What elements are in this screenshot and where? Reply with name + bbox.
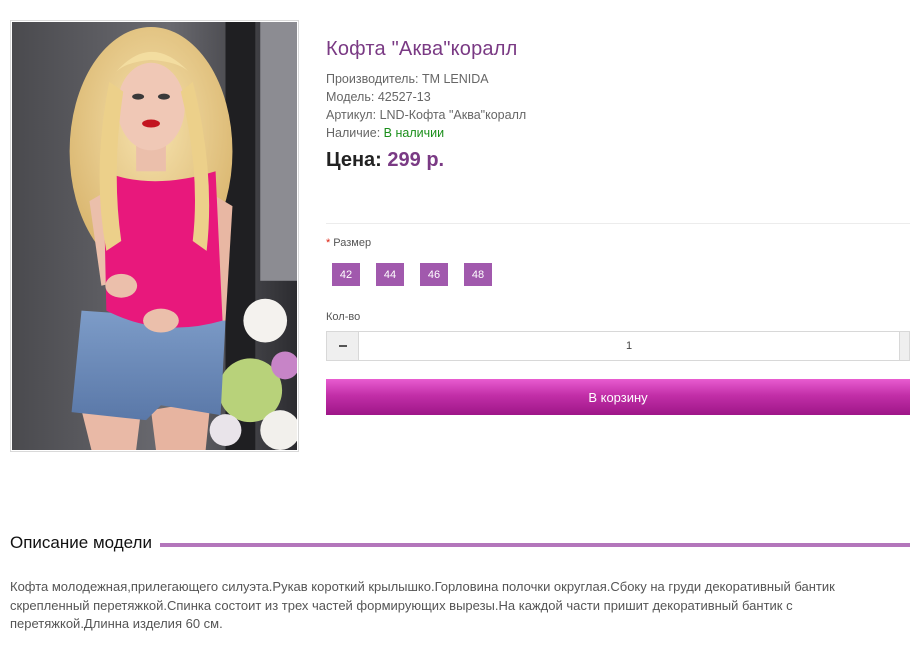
sku-row: Артикул: LND-Кофта "Аква"коралл — [326, 106, 910, 124]
size-option-48[interactable]: 48 — [464, 263, 492, 286]
size-label: * Размер — [326, 237, 371, 249]
availability-label: Наличие: — [326, 126, 381, 140]
size-options: 42 44 46 48 — [332, 263, 492, 286]
description-header: Описание модели — [10, 533, 910, 553]
product-photo[interactable] — [12, 22, 297, 450]
quantity-input[interactable] — [359, 332, 899, 360]
description-text: Кофта молодежная,прилегающего силуэта.Ру… — [10, 579, 835, 631]
product-info: Кофта "Аква"коралл Производитель: TM LEN… — [326, 38, 910, 172]
required-mark: * — [326, 237, 331, 249]
price-amount: 299 р. — [387, 149, 445, 171]
divider — [326, 223, 910, 224]
size-option-46[interactable]: 46 — [420, 263, 448, 286]
heading-rule — [159, 542, 910, 547]
add-to-cart-button[interactable]: В корзину — [326, 379, 910, 415]
model-row: Модель: 42527-13 — [326, 88, 910, 106]
size-label-text: Размер — [333, 237, 372, 249]
sku-value: LND-Кофта "Аква"коралл — [379, 108, 527, 122]
product-image-frame[interactable] — [10, 20, 299, 452]
availability-status: В наличии — [383, 126, 445, 140]
price-label: Цена: — [326, 149, 382, 171]
description-heading: Описание модели — [10, 533, 152, 552]
manufacturer-label: Производитель: — [326, 72, 419, 86]
minus-icon — [338, 345, 347, 347]
product-title: Кофта "Аква"коралл — [326, 38, 518, 60]
quantity-increase-button[interactable] — [899, 332, 909, 360]
model-label: Модель: — [326, 90, 375, 104]
manufacturer-value[interactable]: TM LENIDA — [422, 72, 489, 86]
product-meta: Производитель: TM LENIDA Модель: 42527-1… — [326, 70, 910, 142]
model-value: 42527-13 — [377, 90, 431, 104]
availability-row: Наличие: В наличии — [326, 124, 910, 142]
size-option-42[interactable]: 42 — [332, 263, 360, 286]
quantity-decrease-button[interactable] — [327, 332, 359, 360]
size-option-44[interactable]: 44 — [376, 263, 404, 286]
manufacturer-row: Производитель: TM LENIDA — [326, 70, 910, 88]
quantity-label: Кол-во — [326, 311, 361, 323]
quantity-stepper — [326, 331, 910, 361]
price: Цена: 299 р. — [326, 149, 910, 172]
sku-label: Артикул: — [326, 108, 377, 122]
